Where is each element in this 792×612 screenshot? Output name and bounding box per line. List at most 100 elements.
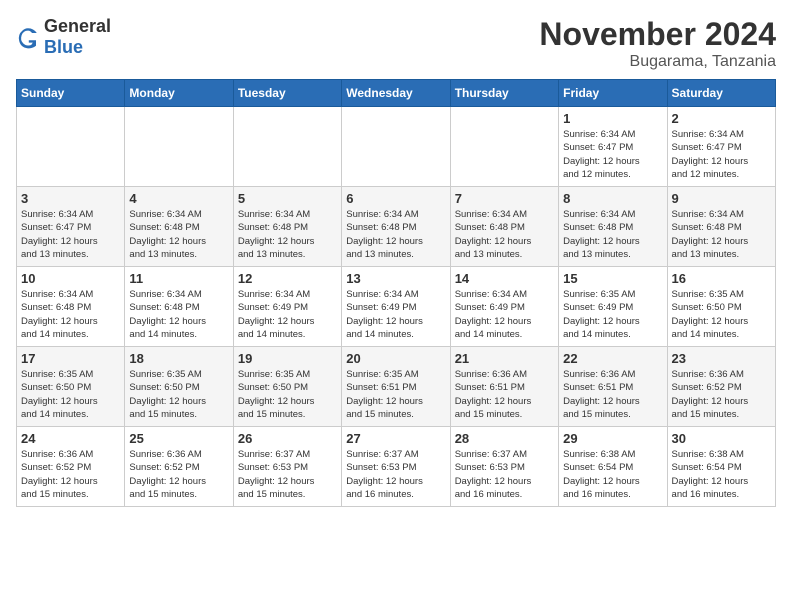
calendar-cell: 19Sunrise: 6:35 AM Sunset: 6:50 PM Dayli… bbox=[233, 347, 341, 427]
day-number: 20 bbox=[346, 351, 445, 366]
calendar-table: Sunday Monday Tuesday Wednesday Thursday… bbox=[16, 79, 776, 507]
day-info: Sunrise: 6:34 AM Sunset: 6:47 PM Dayligh… bbox=[563, 128, 662, 181]
calendar-cell: 9Sunrise: 6:34 AM Sunset: 6:48 PM Daylig… bbox=[667, 187, 775, 267]
day-info: Sunrise: 6:34 AM Sunset: 6:48 PM Dayligh… bbox=[21, 288, 120, 341]
col-tuesday: Tuesday bbox=[233, 80, 341, 107]
calendar-cell bbox=[233, 107, 341, 187]
day-info: Sunrise: 6:34 AM Sunset: 6:48 PM Dayligh… bbox=[346, 208, 445, 261]
day-number: 3 bbox=[21, 191, 120, 206]
calendar-cell: 2 Sunrise: 6:34 AM Sunset: 6:47 PM Daylig… bbox=[667, 107, 775, 187]
calendar-cell: 13Sunrise: 6:34 AM Sunset: 6:49 PM Dayli… bbox=[342, 267, 450, 347]
day-number: 14 bbox=[455, 271, 554, 286]
day-info: Sunrise: 6:37 AM Sunset: 6:53 PM Dayligh… bbox=[455, 448, 554, 501]
calendar-cell: 15Sunrise: 6:35 AM Sunset: 6:49 PM Dayli… bbox=[559, 267, 667, 347]
day-info: Sunrise: 6:36 AM Sunset: 6:52 PM Dayligh… bbox=[129, 448, 228, 501]
day-info: Sunrise: 6:35 AM Sunset: 6:50 PM Dayligh… bbox=[672, 288, 771, 341]
calendar-body: 1 Sunrise: 6:34 AM Sunset: 6:47 PM Daylig… bbox=[17, 107, 776, 507]
calendar-cell: 11 Sunrise: 6:34 AM Sunset: 6:48 PM Dayli… bbox=[125, 267, 233, 347]
calendar-cell: 6 Sunrise: 6:34 AM Sunset: 6:48 PM Daylig… bbox=[342, 187, 450, 267]
calendar-week-4: 17 Sunrise: 6:35 AM Sunset: 6:50 PM Dayli… bbox=[17, 347, 776, 427]
logo-text: General Blue bbox=[44, 16, 111, 58]
day-number: 13 bbox=[346, 271, 445, 286]
calendar-cell: 23 Sunrise: 6:36 AM Sunset: 6:52 PM Dayli… bbox=[667, 347, 775, 427]
day-number: 21 bbox=[455, 351, 554, 366]
day-number: 28 bbox=[455, 431, 554, 446]
col-monday: Monday bbox=[125, 80, 233, 107]
day-number: 2 bbox=[672, 111, 771, 126]
calendar-cell bbox=[125, 107, 233, 187]
day-info: Sunrise: 6:35 AM Sunset: 6:49 PM Dayligh… bbox=[563, 288, 662, 341]
col-friday: Friday bbox=[559, 80, 667, 107]
calendar-cell: 7Sunrise: 6:34 AM Sunset: 6:48 PM Daylig… bbox=[450, 187, 558, 267]
day-info: Sunrise: 6:36 AM Sunset: 6:51 PM Dayligh… bbox=[455, 368, 554, 421]
month-title: November 2024 bbox=[539, 16, 776, 53]
header-row: Sunday Monday Tuesday Wednesday Thursday… bbox=[17, 80, 776, 107]
calendar-cell: 20Sunrise: 6:35 AM Sunset: 6:51 PM Dayli… bbox=[342, 347, 450, 427]
col-saturday: Saturday bbox=[667, 80, 775, 107]
day-number: 10 bbox=[21, 271, 120, 286]
calendar-cell: 24 Sunrise: 6:36 AM Sunset: 6:52 PM Dayli… bbox=[17, 427, 125, 507]
day-number: 8 bbox=[563, 191, 662, 206]
page-header: General Blue November 2024 Bugarama, Tan… bbox=[16, 16, 776, 71]
day-number: 5 bbox=[238, 191, 337, 206]
day-number: 23 bbox=[672, 351, 771, 366]
day-number: 16 bbox=[672, 271, 771, 286]
calendar-cell: 16 Sunrise: 6:35 AM Sunset: 6:50 PM Dayli… bbox=[667, 267, 775, 347]
day-number: 17 bbox=[21, 351, 120, 366]
calendar-cell: 25 Sunrise: 6:36 AM Sunset: 6:52 PM Dayli… bbox=[125, 427, 233, 507]
calendar-week-2: 3 Sunrise: 6:34 AM Sunset: 6:47 PM Daylig… bbox=[17, 187, 776, 267]
day-number: 30 bbox=[672, 431, 771, 446]
calendar-cell: 8 Sunrise: 6:34 AM Sunset: 6:48 PM Daylig… bbox=[559, 187, 667, 267]
calendar-cell: 17 Sunrise: 6:35 AM Sunset: 6:50 PM Dayli… bbox=[17, 347, 125, 427]
col-thursday: Thursday bbox=[450, 80, 558, 107]
day-number: 9 bbox=[672, 191, 771, 206]
calendar-cell: 1 Sunrise: 6:34 AM Sunset: 6:47 PM Daylig… bbox=[559, 107, 667, 187]
day-info: Sunrise: 6:35 AM Sunset: 6:50 PM Dayligh… bbox=[129, 368, 228, 421]
calendar-header: Sunday Monday Tuesday Wednesday Thursday… bbox=[17, 80, 776, 107]
location-title: Bugarama, Tanzania bbox=[539, 53, 776, 71]
day-info: Sunrise: 6:34 AM Sunset: 6:48 PM Dayligh… bbox=[563, 208, 662, 261]
day-info: Sunrise: 6:34 AM Sunset: 6:49 PM Dayligh… bbox=[455, 288, 554, 341]
day-info: Sunrise: 6:35 AM Sunset: 6:50 PM Dayligh… bbox=[238, 368, 337, 421]
calendar-cell: 12Sunrise: 6:34 AM Sunset: 6:49 PM Dayli… bbox=[233, 267, 341, 347]
day-number: 1 bbox=[563, 111, 662, 126]
day-info: Sunrise: 6:34 AM Sunset: 6:48 PM Dayligh… bbox=[129, 208, 228, 261]
day-info: Sunrise: 6:34 AM Sunset: 6:47 PM Dayligh… bbox=[672, 128, 771, 181]
day-info: Sunrise: 6:36 AM Sunset: 6:51 PM Dayligh… bbox=[563, 368, 662, 421]
calendar-cell: 4Sunrise: 6:34 AM Sunset: 6:48 PM Daylig… bbox=[125, 187, 233, 267]
calendar-cell: 5 Sunrise: 6:34 AM Sunset: 6:48 PM Daylig… bbox=[233, 187, 341, 267]
calendar-cell: 3 Sunrise: 6:34 AM Sunset: 6:47 PM Daylig… bbox=[17, 187, 125, 267]
day-info: Sunrise: 6:34 AM Sunset: 6:47 PM Dayligh… bbox=[21, 208, 120, 261]
calendar-cell: 28 Sunrise: 6:37 AM Sunset: 6:53 PM Dayli… bbox=[450, 427, 558, 507]
calendar-cell: 14 Sunrise: 6:34 AM Sunset: 6:49 PM Dayli… bbox=[450, 267, 558, 347]
logo-icon bbox=[16, 25, 40, 49]
day-number: 25 bbox=[129, 431, 228, 446]
day-info: Sunrise: 6:36 AM Sunset: 6:52 PM Dayligh… bbox=[21, 448, 120, 501]
day-number: 26 bbox=[238, 431, 337, 446]
calendar-week-5: 24 Sunrise: 6:36 AM Sunset: 6:52 PM Dayli… bbox=[17, 427, 776, 507]
calendar-cell bbox=[450, 107, 558, 187]
day-info: Sunrise: 6:38 AM Sunset: 6:54 PM Dayligh… bbox=[563, 448, 662, 501]
calendar-cell: 21 Sunrise: 6:36 AM Sunset: 6:51 PM Dayli… bbox=[450, 347, 558, 427]
day-info: Sunrise: 6:36 AM Sunset: 6:52 PM Dayligh… bbox=[672, 368, 771, 421]
logo: General Blue bbox=[16, 16, 111, 58]
day-info: Sunrise: 6:37 AM Sunset: 6:53 PM Dayligh… bbox=[346, 448, 445, 501]
day-info: Sunrise: 6:34 AM Sunset: 6:48 PM Dayligh… bbox=[238, 208, 337, 261]
day-number: 18 bbox=[129, 351, 228, 366]
calendar-cell: 10 Sunrise: 6:34 AM Sunset: 6:48 PM Dayli… bbox=[17, 267, 125, 347]
day-number: 29 bbox=[563, 431, 662, 446]
day-number: 24 bbox=[21, 431, 120, 446]
col-wednesday: Wednesday bbox=[342, 80, 450, 107]
day-info: Sunrise: 6:37 AM Sunset: 6:53 PM Dayligh… bbox=[238, 448, 337, 501]
col-sunday: Sunday bbox=[17, 80, 125, 107]
day-info: Sunrise: 6:34 AM Sunset: 6:48 PM Dayligh… bbox=[129, 288, 228, 341]
calendar-cell: 18 Sunrise: 6:35 AM Sunset: 6:50 PM Dayli… bbox=[125, 347, 233, 427]
calendar-week-1: 1 Sunrise: 6:34 AM Sunset: 6:47 PM Daylig… bbox=[17, 107, 776, 187]
day-number: 6 bbox=[346, 191, 445, 206]
day-number: 22 bbox=[563, 351, 662, 366]
day-info: Sunrise: 6:34 AM Sunset: 6:48 PM Dayligh… bbox=[455, 208, 554, 261]
calendar-cell: 29 Sunrise: 6:38 AM Sunset: 6:54 PM Dayli… bbox=[559, 427, 667, 507]
day-number: 11 bbox=[129, 271, 228, 286]
calendar-cell bbox=[17, 107, 125, 187]
day-info: Sunrise: 6:35 AM Sunset: 6:50 PM Dayligh… bbox=[21, 368, 120, 421]
